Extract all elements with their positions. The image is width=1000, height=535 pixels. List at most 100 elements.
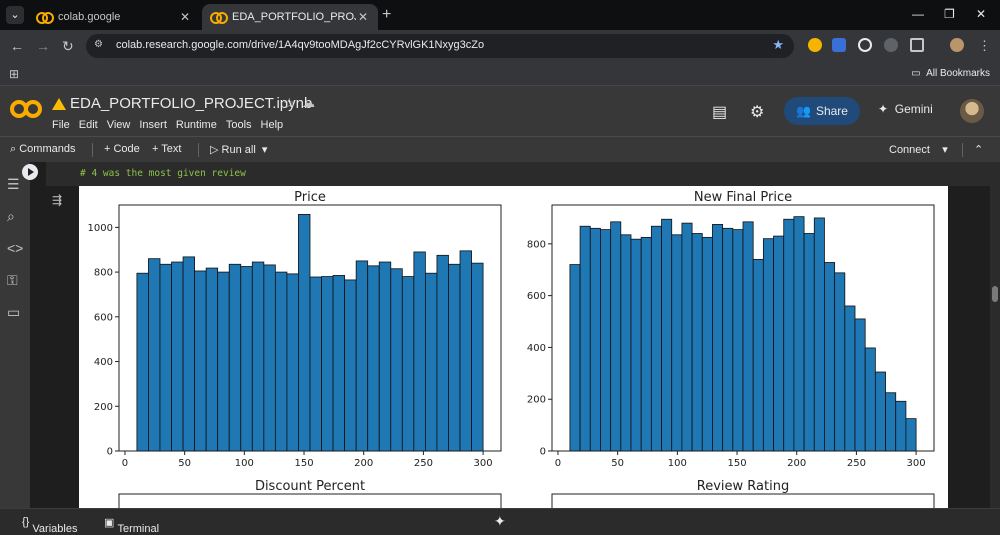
histogram-bar [332,275,346,452]
share-label: Share [815,104,848,118]
variables-button[interactable]: {} Variables [22,516,77,535]
collapse-header-icon[interactable]: ⌃ [974,143,983,156]
close-tab-icon[interactable]: ✕ [178,10,192,24]
profile-avatar[interactable] [950,38,964,52]
secrets-key-icon[interactable]: ⚿ [7,272,18,289]
x-tick-label: 0 [122,458,128,469]
tab-search-button[interactable]: ⌄ [6,6,24,24]
menu-tools[interactable]: Tools [226,119,252,131]
add-text-button[interactable]: + Text [152,143,181,155]
gemini-sparkle-icon[interactable]: ✦ [494,513,506,530]
gemini-label: Gemini [894,102,933,116]
y-tick-label: 400 [94,357,113,368]
menu-edit[interactable]: Edit [79,119,98,131]
terminal-button[interactable]: ▣ Terminal [104,516,159,535]
url-text: colab.research.google.com/drive/1A4qv9to… [116,39,485,51]
x-tick-label: 200 [787,458,806,469]
review-rating-histogram: Review Rating [551,479,935,535]
menu-view[interactable]: View [107,119,131,131]
x-tick-label: 300 [474,458,493,469]
browser-menu-icon[interactable]: ⋮ [978,38,991,54]
close-tab-icon[interactable]: ✕ [356,10,370,24]
divider [198,143,199,157]
histogram-bar [661,218,673,452]
output-actions-icon[interactable]: ⇶ [52,193,62,207]
find-icon[interactable]: ⌕ [7,208,15,225]
histogram-bar [263,264,276,452]
scrollbar-thumb[interactable] [992,286,998,302]
site-info-icon[interactable]: ⚙ [94,39,108,53]
y-tick-label: 800 [527,239,546,250]
x-tick-label: 100 [668,458,687,469]
user-avatar[interactable] [960,99,984,123]
files-folder-icon[interactable]: ▭ [7,304,20,321]
histogram-bar [148,258,161,452]
histogram-bar [844,305,856,452]
share-button[interactable]: 👥 Share [784,97,860,125]
menu-runtime[interactable]: Runtime [176,119,217,131]
menu-insert[interactable]: Insert [139,119,167,131]
code-line[interactable]: # 4 was the most given review [80,168,246,179]
histogram-bar [459,250,472,452]
run-all-label: Run all [221,144,256,156]
histogram-bar [182,256,196,452]
histogram-bar [390,268,403,452]
colab-favicon-icon [210,12,228,24]
add-code-button[interactable]: + Code [104,143,140,155]
extension-icon[interactable] [884,38,898,52]
run-cell-button[interactable] [22,164,38,180]
histogram-bar [773,235,785,452]
histogram-bar [136,272,149,452]
new-tab-button[interactable]: + [382,6,391,24]
bookmark-star-icon[interactable]: ★ [772,37,784,53]
histogram-bar [895,400,907,452]
code-snippets-icon[interactable]: <> [7,240,23,256]
cloud-sync-icon: ☁ [302,95,315,110]
settings-gear-icon[interactable]: ⚙ [750,102,764,122]
close-window-icon[interactable]: ✕ [976,7,986,21]
histogram-bar [742,221,754,452]
gemini-button[interactable]: ✦ Gemini [878,102,933,116]
histogram-figure: Price0 50 100 150 200 250 30002004006008001000… [88,190,935,535]
notebook-title[interactable]: EDA_PORTFOLIO_PROJECT.ipynb [70,95,312,112]
histogram-bar [471,262,484,452]
new-final-price-histogram: New Final Price 0 50 100 150 200 250 300 0 200 400… [527,190,935,469]
x-tick-label: 150 [727,458,746,469]
star-notebook-icon[interactable]: ☆ [283,95,296,112]
menu-file[interactable]: File [52,119,70,131]
restore-icon[interactable]: ❐ [944,7,955,21]
histogram-bar [436,254,449,452]
comment-icon[interactable]: ▤ [712,102,727,122]
all-bookmarks-link[interactable]: ▭ All Bookmarks [911,68,990,79]
chart-title: Discount Percent [255,479,365,494]
drive-icon[interactable] [52,98,66,110]
histogram-bar [298,213,311,452]
colab-logo-icon[interactable] [10,100,42,120]
address-bar[interactable]: ⚙ colab.research.google.com/drive/1A4qv9… [86,34,794,58]
histogram-bar [610,221,622,452]
extensions-puzzle-icon[interactable] [910,38,924,52]
run-all-button[interactable]: ▷ Run all ▾ [210,143,267,156]
extension-icon[interactable] [858,38,872,52]
reload-icon[interactable]: ↻ [62,38,74,55]
table-of-contents-icon[interactable]: ☰ [7,176,20,193]
back-icon[interactable]: ← [10,38,24,54]
extension-icon[interactable] [808,38,822,52]
forward-icon[interactable]: → [36,38,50,54]
people-icon: 👥 [796,104,811,118]
histogram-bar [640,236,652,452]
extension-icon[interactable] [832,38,846,52]
connect-label: Connect [889,144,930,156]
y-tick-label: 0 [107,447,113,458]
commands-button[interactable]: ⌕ Commands [10,143,75,156]
tab-colab-google[interactable]: colab.google ✕ [28,4,200,30]
histogram-bar [378,261,392,452]
menu-help[interactable]: Help [261,119,284,131]
histogram-bar [864,347,876,452]
connect-button[interactable]: Connect ▾ [889,143,948,156]
apps-grid-icon[interactable]: ⊞ [9,67,19,81]
tab-notebook[interactable]: EDA_PORTFOLIO_PROJECT.ipynb ✕ [202,4,378,30]
minimize-icon[interactable]: — [912,7,924,21]
notebook-scrollbar[interactable] [990,162,1000,508]
histogram-bar [722,227,734,452]
